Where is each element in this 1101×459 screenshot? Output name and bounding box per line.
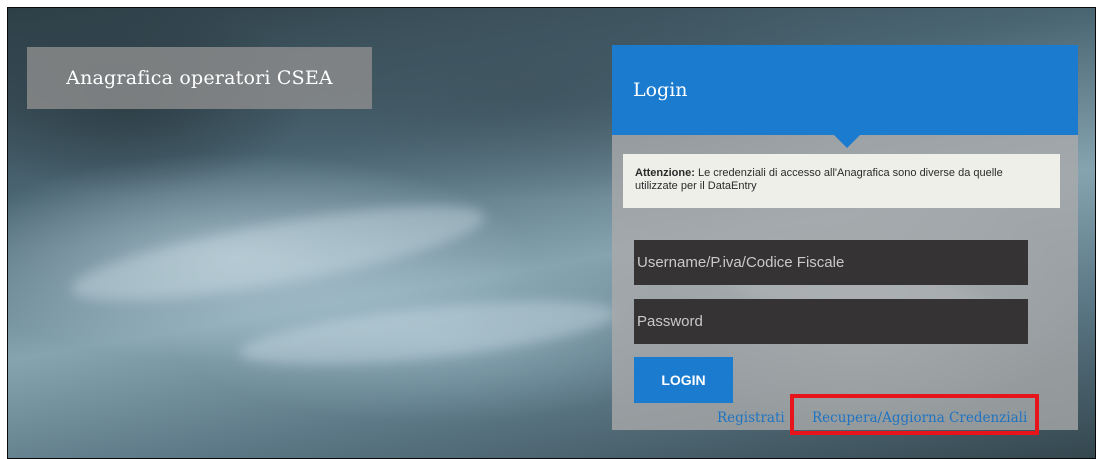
- login-header: Login: [612, 45, 1078, 135]
- login-button[interactable]: LOGIN: [634, 357, 733, 403]
- login-panel: Login Attenzione: Le credenziali di acce…: [612, 45, 1078, 430]
- notice-box: Attenzione: Le credenziali di accesso al…: [623, 154, 1060, 208]
- login-title: Login: [633, 79, 688, 101]
- register-link[interactable]: Registrati: [717, 410, 785, 426]
- notice-label: Attenzione:: [635, 167, 695, 179]
- site-title: Anagrafica operatori CSEA: [66, 67, 333, 89]
- site-title-box: Anagrafica operatori CSEA: [27, 47, 372, 109]
- username-input[interactable]: [634, 240, 1028, 285]
- highlight-annotation-box: [790, 394, 1039, 435]
- caret-down-icon: [834, 135, 860, 148]
- page-frame: Anagrafica operatori CSEA Login Attenzio…: [7, 7, 1096, 459]
- password-input[interactable]: [634, 299, 1028, 344]
- login-body: Attenzione: Le credenziali di accesso al…: [612, 135, 1078, 430]
